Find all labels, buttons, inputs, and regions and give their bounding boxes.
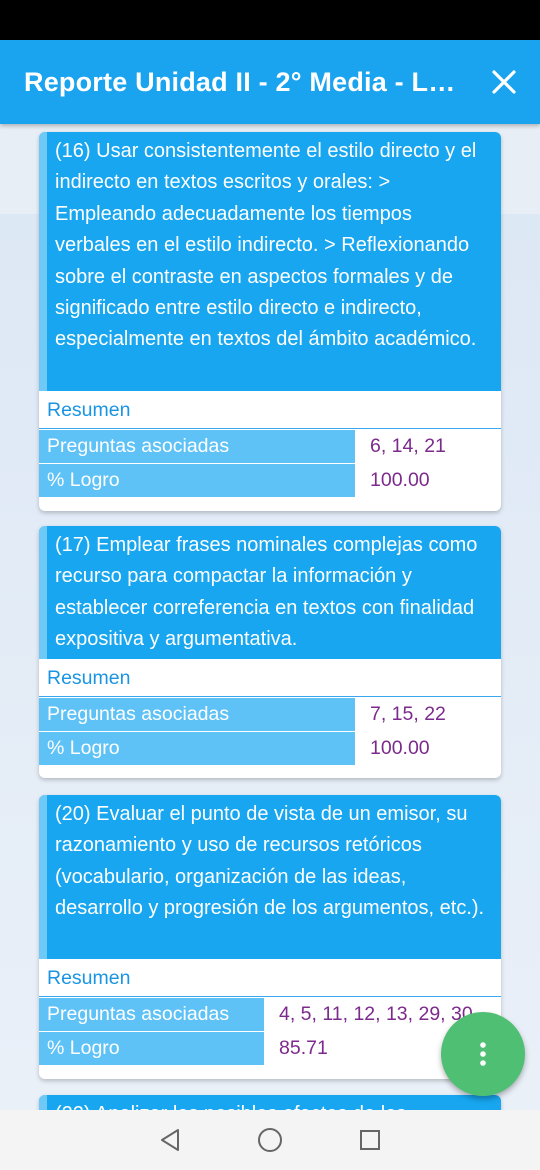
recents-button[interactable]: [350, 1120, 390, 1160]
achievement-label: % Logro: [39, 1032, 264, 1065]
page-title: Reporte Unidad II - 2° Media - Lenguaje: [24, 66, 468, 97]
achievement-label: % Logro: [39, 732, 355, 765]
achievement-value: 100.00: [370, 469, 430, 491]
close-icon: [492, 70, 516, 94]
home-circle-icon: [258, 1128, 282, 1152]
more-vertical-icon: [480, 1042, 486, 1066]
achievement-value: 100.00: [370, 737, 430, 759]
table-row: Preguntas asociadas 7, 15, 22: [39, 698, 501, 731]
questions-value: 7, 15, 22: [370, 703, 446, 725]
questions-label: Preguntas asociadas: [39, 430, 355, 463]
objective-card: (17) Emplear frases nominales complejas …: [39, 526, 501, 778]
recents-square-icon: [360, 1130, 380, 1150]
objective-text: (17) Emplear frases nominales complejas …: [39, 526, 501, 659]
questions-label: Preguntas asociadas: [39, 698, 355, 731]
objective-card: (22) Analizar los posibles efectos de lo…: [39, 1095, 501, 1110]
objective-text: (22) Analizar los posibles efectos de lo…: [39, 1095, 501, 1110]
summary-label: Resumen: [39, 959, 501, 997]
achievement-label: % Logro: [39, 464, 355, 497]
questions-value: 6, 14, 21: [370, 435, 446, 457]
home-button[interactable]: [250, 1120, 290, 1160]
more-options-button[interactable]: [441, 1012, 525, 1096]
objective-card: (20) Evaluar el punto de vista de un emi…: [39, 795, 501, 1079]
table-row: % Logro 85.71: [39, 1032, 501, 1065]
summary-label: Resumen: [39, 391, 501, 429]
table-row: Preguntas asociadas 6, 14, 21: [39, 430, 501, 463]
back-triangle-icon: [161, 1129, 179, 1151]
objective-text: (20) Evaluar el punto de vista de un emi…: [39, 795, 501, 959]
objective-card: (16) Usar consistentemente el estilo dir…: [39, 132, 501, 511]
back-button[interactable]: [150, 1120, 190, 1160]
system-nav-bar: [0, 1110, 540, 1170]
questions-label: Preguntas asociadas: [39, 998, 264, 1031]
close-button[interactable]: [484, 62, 524, 102]
app-bar: Reporte Unidad II - 2° Media - Lenguaje: [0, 40, 540, 124]
table-row: % Logro 100.00: [39, 732, 501, 765]
summary-label: Resumen: [39, 659, 501, 697]
objective-text: (16) Usar consistentemente el estilo dir…: [39, 132, 501, 391]
status-bar: [0, 0, 540, 40]
report-list[interactable]: (16) Usar consistentemente el estilo dir…: [0, 124, 540, 1110]
table-row: % Logro 100.00: [39, 464, 501, 497]
table-row: Preguntas asociadas 4, 5, 11, 12, 13, 29…: [39, 998, 501, 1031]
